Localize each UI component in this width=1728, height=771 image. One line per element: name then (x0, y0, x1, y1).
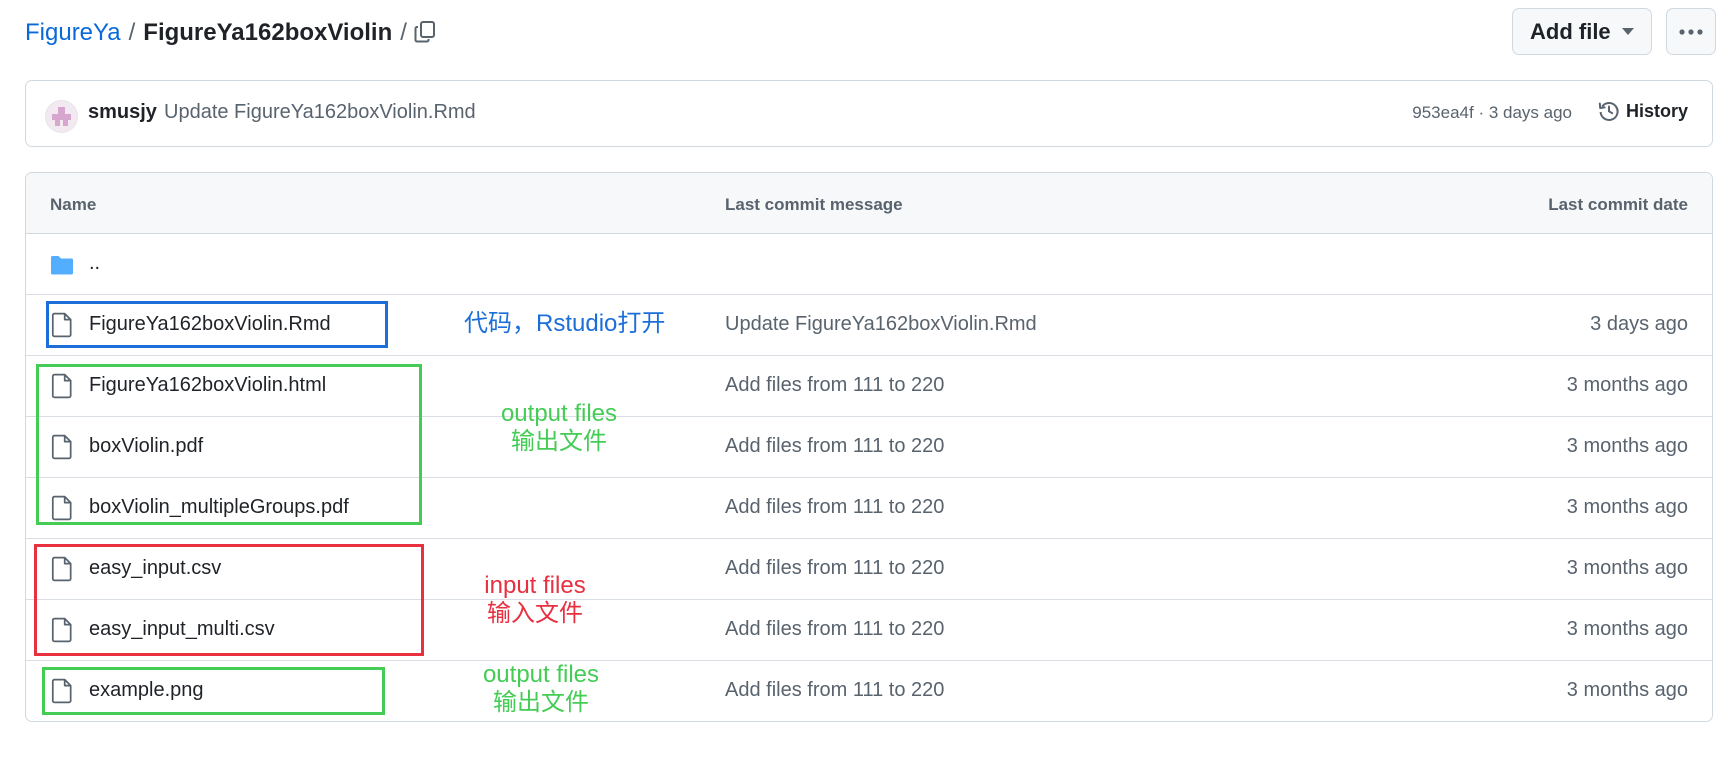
copy-path-button[interactable] (407, 14, 443, 50)
history-label: History (1625, 100, 1688, 121)
annotation-line-en: output files (482, 661, 600, 688)
triangle-down-icon (1622, 28, 1634, 35)
commit-author-link[interactable]: smusjy (88, 101, 157, 124)
commit-date: 3 months ago (1566, 496, 1688, 518)
annotation-box-output-image (42, 667, 385, 715)
kebab-horizontal-icon (1679, 28, 1703, 35)
add-file-button[interactable]: Add file (1512, 8, 1652, 55)
annotation-label-input-files: input files 输入文件 (460, 572, 610, 628)
annotation-line-zh: 输出文件 (493, 689, 589, 716)
commit-message-link[interactable]: Add files from 111 to 220 (725, 557, 944, 580)
commit-date: 3 months ago (1566, 435, 1688, 457)
identicon-image (52, 107, 71, 126)
parent-directory-link[interactable]: .. (89, 252, 100, 275)
annotation-line-en: output files (500, 400, 618, 427)
latest-commit-bar: smusjy Update FigureYa162boxViolin.Rmd 9… (25, 80, 1713, 147)
table-header: Name Last commit message Last commit dat… (26, 173, 1712, 234)
breadcrumb: FigureYa / FigureYa162boxViolin / (25, 18, 415, 48)
annotation-line-zh: 输入文件 (487, 600, 583, 627)
commit-date: 3 months ago (1566, 618, 1688, 640)
commit-hash-and-time[interactable]: 953ea4f · 3 days ago (1412, 103, 1572, 123)
column-header-message: Last commit message (725, 195, 903, 214)
copy-icon (414, 21, 435, 43)
annotation-label-output-image: output files 输出文件 (466, 661, 616, 717)
commit-message-link[interactable]: Update FigureYa162boxViolin.Rmd (164, 101, 476, 124)
annotation-line-zh: 输出文件 (511, 428, 607, 455)
breadcrumb-current-folder: FigureYa162boxViolin (143, 19, 393, 46)
commit-message-link[interactable]: Add files from 111 to 220 (725, 435, 944, 458)
commit-date: 3 months ago (1566, 557, 1688, 579)
column-header-name: Name (50, 195, 97, 214)
history-icon (1598, 102, 1619, 121)
annotation-label-code: 代码，Rstudio打开 (464, 310, 666, 337)
column-header-date: Last commit date (1548, 195, 1688, 214)
commit-date: 3 days ago (1590, 313, 1688, 335)
folder-icon (51, 256, 73, 275)
parent-directory-row[interactable]: .. (26, 234, 1712, 295)
annotation-label-output-files: output files 输出文件 (484, 400, 634, 456)
commit-message-link[interactable]: Add files from 111 to 220 (725, 679, 944, 702)
annotation-box-input-files (34, 544, 424, 656)
breadcrumb-trailing-separator: / (400, 19, 407, 46)
commit-message-link[interactable]: Add files from 111 to 220 (725, 374, 944, 397)
avatar[interactable] (45, 100, 78, 133)
add-file-label: Add file (1530, 18, 1611, 44)
breadcrumb-separator: / (128, 19, 136, 46)
more-options-button[interactable] (1666, 8, 1716, 55)
commit-date: 3 months ago (1566, 374, 1688, 396)
commit-message-link[interactable]: Update FigureYa162boxViolin.Rmd (725, 313, 1037, 336)
annotation-box-output-files (36, 364, 422, 525)
breadcrumb-repo-link[interactable]: FigureYa (25, 19, 121, 47)
annotation-box-code (46, 301, 388, 348)
annotation-line-en: input files (484, 572, 586, 599)
history-button[interactable]: History (1598, 100, 1688, 122)
commit-message-link[interactable]: Add files from 111 to 220 (725, 496, 944, 519)
commit-message-link[interactable]: Add files from 111 to 220 (725, 618, 944, 641)
commit-date: 3 months ago (1566, 679, 1688, 701)
